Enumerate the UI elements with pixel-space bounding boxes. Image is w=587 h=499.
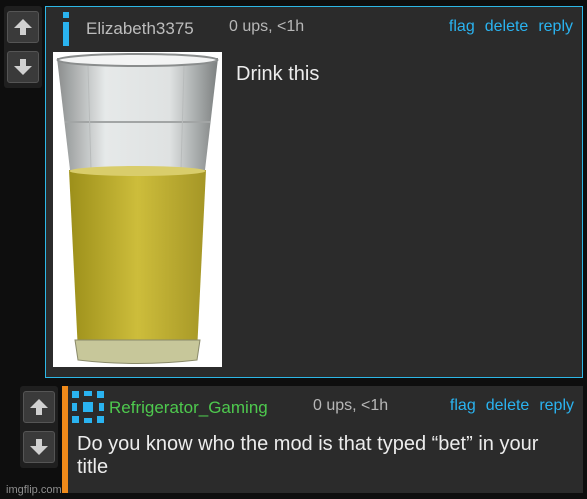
username[interactable]: Refrigerator_Gaming [109,398,268,418]
reply-link[interactable]: reply [539,397,574,415]
comment-text: Drink this [236,63,320,85]
comment-text: Do you know who the mod is that typed “b… [77,433,539,478]
comment-meta: 0 ups, <1h [229,18,305,35]
flag-link[interactable]: flag [450,397,476,415]
delete-link[interactable]: delete [485,18,529,36]
username[interactable]: Elizabeth3375 [86,19,194,39]
arrow-down-icon [30,439,48,455]
comment-actions: flag delete reply [449,18,573,36]
upvote-button[interactable] [23,391,55,423]
watermark: imgflip.com [6,484,62,496]
upvote-button[interactable] [7,11,39,43]
comment-image[interactable] [53,52,222,367]
comment-actions: flag delete reply [450,397,574,415]
comment: Elizabeth3375 0 ups, <1h flag delete rep… [45,6,583,378]
arrow-up-icon [30,399,48,415]
arrow-down-icon [14,59,32,75]
downvote-button[interactable] [7,51,39,83]
delete-link[interactable]: delete [486,397,530,415]
vote-column [4,6,42,88]
comment-meta: 0 ups, <1h [313,397,389,414]
vote-column [20,386,58,468]
arrow-up-icon [14,19,32,35]
reply-link[interactable]: reply [538,18,573,36]
reply-comment: Refrigerator_Gaming 0 ups, <1h flag dele… [62,386,583,493]
user-info-icon [63,12,69,46]
glass-of-yellow-liquid-icon [56,53,219,364]
flag-link[interactable]: flag [449,18,475,36]
downvote-button[interactable] [23,431,55,463]
user-avatar-icon [72,391,104,423]
